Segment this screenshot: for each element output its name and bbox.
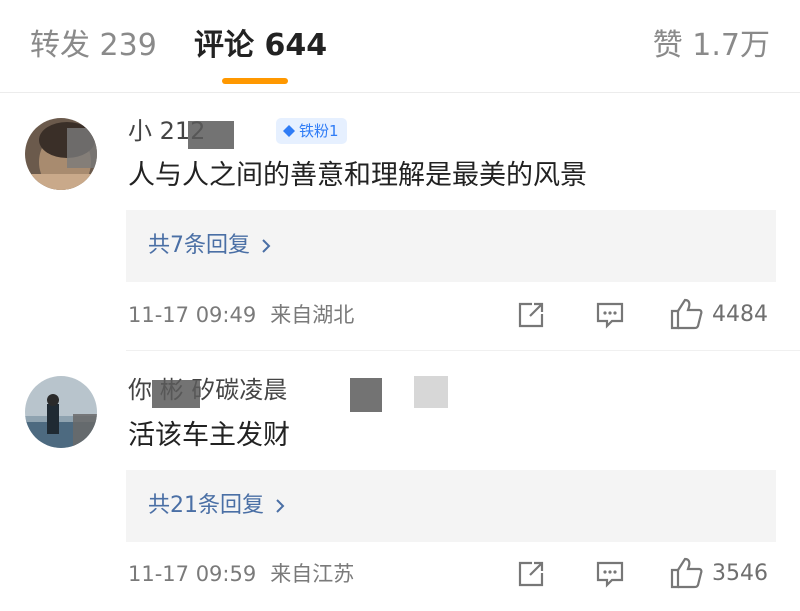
comment-meta: 11-17 09:59 来自江苏 (128, 558, 354, 590)
replies-box[interactable]: 共21条回复 (126, 470, 776, 542)
avatar[interactable] (25, 376, 97, 448)
comment-divider (126, 350, 800, 351)
username-row: 你 彬 矽碳凌晨 (128, 372, 508, 412)
chevron-right-icon (276, 499, 285, 513)
like-count: 4484 (712, 301, 768, 327)
tab-repost[interactable]: 转发 239 (30, 26, 157, 66)
comment-icon (596, 302, 624, 329)
comment-meta: 11-17 09:49 来自湖北 (128, 299, 354, 331)
view-replies-link[interactable]: 共7条回复 (148, 226, 272, 266)
comment-time: 11-17 09:59 (128, 562, 257, 586)
thumbs-up-icon (670, 557, 703, 589)
username-redaction (188, 121, 234, 149)
like-count: 3546 (712, 560, 768, 586)
like-button[interactable]: 4484 (670, 298, 768, 330)
username-redaction (414, 376, 448, 408)
view-replies-link[interactable]: 共21条回复 (148, 486, 286, 526)
share-icon (518, 302, 544, 328)
username-redaction (350, 378, 382, 412)
chevron-right-icon (262, 239, 271, 253)
comment-text: 活该车主发财 (128, 420, 290, 451)
tab-likes[interactable]: 赞 1.7万 (653, 26, 770, 66)
header-divider (0, 92, 800, 93)
share-button[interactable] (516, 559, 546, 589)
avatar-image (25, 376, 97, 448)
comment-location: 来自湖北 (270, 303, 355, 327)
badge-label: 铁粉1 (299, 122, 339, 140)
tab-comments[interactable]: 评论 644 (194, 26, 327, 66)
share-button[interactable] (516, 300, 546, 330)
comment-icon (596, 561, 624, 588)
replies-count: 共7条回复 (148, 233, 250, 258)
like-button[interactable]: 3546 (670, 557, 768, 589)
replies-count: 共21条回复 (148, 493, 264, 518)
share-icon (518, 561, 544, 587)
comment-location: 来自江苏 (270, 562, 355, 586)
username-redaction (152, 380, 200, 408)
fan-badge: 铁粉1 (276, 118, 347, 144)
diamond-icon (283, 125, 295, 137)
reply-button[interactable] (595, 300, 625, 330)
comment-text: 人与人之间的善意和理解是最美的风景 (128, 160, 587, 191)
replies-box[interactable]: 共7条回复 (126, 210, 776, 282)
avatar-image (25, 118, 97, 190)
comment-time: 11-17 09:49 (128, 303, 257, 327)
reply-button[interactable] (595, 559, 625, 589)
thumbs-up-icon (670, 298, 703, 330)
comment-tabs: 转发 239 评论 644 赞 1.7万 (0, 0, 800, 92)
username-row: 小 212 铁粉1 (128, 113, 508, 149)
active-tab-indicator (222, 78, 288, 84)
avatar[interactable] (25, 118, 97, 190)
